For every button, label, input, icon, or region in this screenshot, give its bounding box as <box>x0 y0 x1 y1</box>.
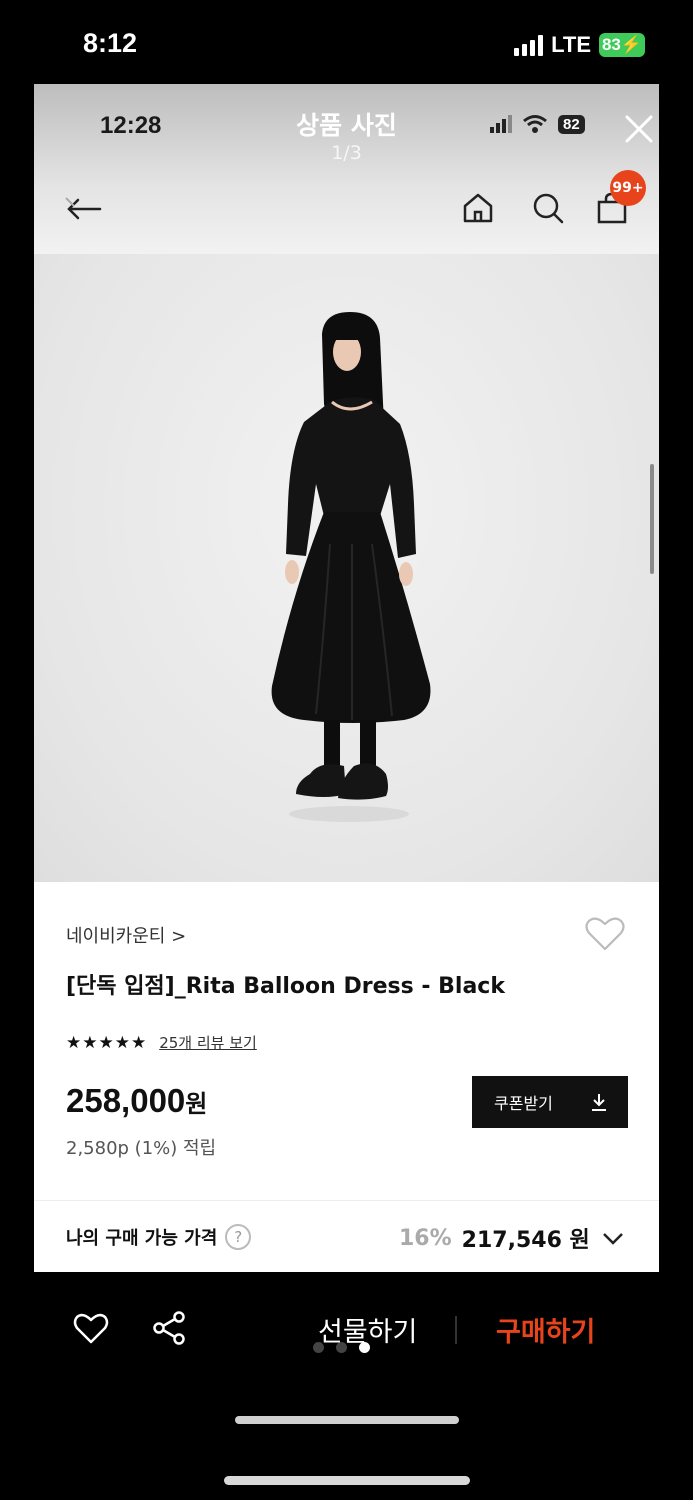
page-dots <box>313 1342 370 1353</box>
battery-level: 83 <box>601 35 621 54</box>
product-photo[interactable] <box>34 254 659 1025</box>
cellular-signal-icon <box>514 34 544 56</box>
get-coupon-button[interactable]: 쿠폰받기 <box>472 1076 628 1128</box>
wishlist-heart-icon[interactable] <box>584 915 626 953</box>
inner-battery: 82 <box>558 114 585 134</box>
outer-status-bar: 8:12 LTE 83 ⚡ <box>0 0 693 84</box>
section-divider <box>34 1200 659 1201</box>
price-value: 258,000 <box>66 1082 186 1119</box>
rating-stars: ★★★★★ <box>66 1032 148 1053</box>
home-icon[interactable] <box>460 190 496 226</box>
share-icon[interactable] <box>151 1310 187 1346</box>
bottom-heart-icon[interactable] <box>73 1312 109 1346</box>
inner-signal-icon <box>490 115 512 133</box>
close-viewer-icon[interactable] <box>622 112 656 146</box>
discount-percent: 16% <box>399 1225 452 1251</box>
cart-count-badge: 99+ <box>610 170 646 206</box>
product-info-panel: 네이비카운티 > [단독 입점]_Rita Balloon Dress - Bl… <box>34 882 659 1272</box>
help-question-icon[interactable]: ? <box>225 1224 252 1250</box>
photo-counter: 1/3 <box>331 142 362 164</box>
viewer-header: 12:28 상품 사진 1/3 82 99+ <box>34 84 659 254</box>
reviews-link[interactable]: 25개 리뷰 보기 <box>159 1032 257 1053</box>
model-in-dress-image <box>271 312 431 822</box>
shop-nav-row <box>34 184 659 234</box>
page-dot[interactable] <box>313 1342 324 1353</box>
page-dot[interactable] <box>336 1342 347 1353</box>
my-price-row[interactable]: 나의 구매 가능 가격 ? <box>66 1224 252 1250</box>
my-price-label: 나의 구매 가능 가격 <box>66 1228 218 1249</box>
brand-link[interactable]: 네이비카운티 > <box>66 922 186 948</box>
product-price: 258,000원 <box>66 1082 207 1120</box>
product-name: [단독 입점]_Rita Balloon Dress - Black <box>66 974 505 999</box>
home-indicator[interactable] <box>224 1476 470 1485</box>
rating-row: ★★★★★ 25개 리뷰 보기 <box>66 1032 257 1053</box>
button-separator <box>455 1316 457 1344</box>
battery-icon: 83 ⚡ <box>599 33 645 57</box>
coupon-label: 쿠폰받기 <box>494 1094 553 1113</box>
bottom-action-bar: 선물하기 구매하기 <box>0 1272 693 1500</box>
search-icon[interactable] <box>530 190 566 226</box>
outer-clock: 8:12 <box>83 28 138 58</box>
chevron-down-icon[interactable] <box>600 1227 626 1249</box>
outer-status-icons: LTE 83 ⚡ <box>514 32 645 58</box>
photo-scrollbar[interactable] <box>650 464 654 574</box>
page-dot-active[interactable] <box>359 1342 370 1353</box>
download-icon <box>592 1094 606 1111</box>
discount-price: 217,546 원 <box>461 1228 590 1253</box>
buy-button[interactable]: 구매하기 <box>496 1310 595 1349</box>
product-photo-viewer: 12:28 상품 사진 1/3 82 99+ 네이비카운티 > [단독 입점]_… <box>34 84 659 1272</box>
inner-status-icons: 82 <box>490 114 585 134</box>
price-unit: 원 <box>185 1091 208 1118</box>
back-arrow-icon[interactable] <box>60 192 104 226</box>
home-indicator-inner[interactable] <box>235 1416 459 1424</box>
reward-points: 2,580p (1%) 적립 <box>66 1138 217 1159</box>
discount-summary[interactable]: 16% 217,546 원 <box>399 1222 626 1254</box>
network-type: LTE <box>551 32 591 57</box>
wifi-icon <box>523 115 547 133</box>
